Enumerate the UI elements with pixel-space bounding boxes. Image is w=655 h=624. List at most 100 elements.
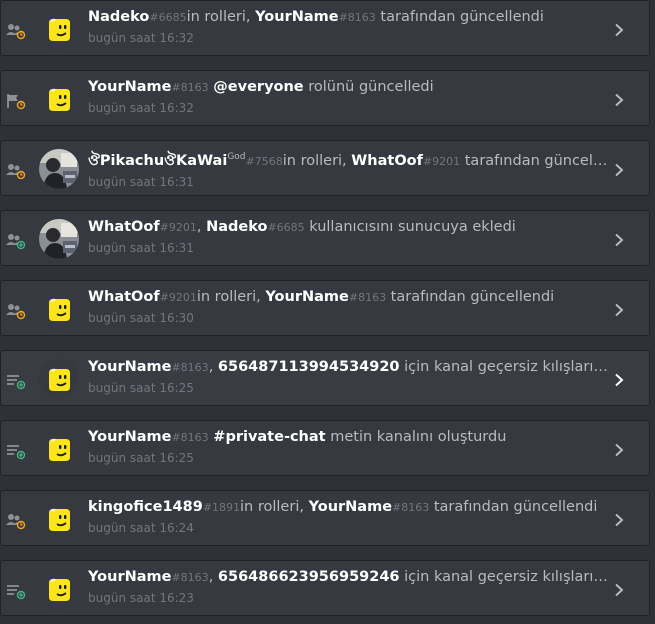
username[interactable]: YourName <box>88 359 171 375</box>
entry-summary: YourName#8163 @everyone rolünü güncelled… <box>88 77 608 98</box>
audit-log-entry[interactable]: Nadeko#6685in rolleri, YourName#8163 tar… <box>0 0 650 56</box>
username[interactable]: WhatOof <box>351 153 423 169</box>
discriminator: #9201 <box>422 154 461 168</box>
avatar <box>39 9 79 49</box>
action-text: için kanal geçersiz kılışları oluşturdu <box>404 569 608 585</box>
chevron-right-icon[interactable] <box>613 232 625 247</box>
chevron-right-icon[interactable] <box>613 162 625 177</box>
username[interactable]: YourName <box>88 79 171 95</box>
entry-summary: kingofice1489#1891in rolleri, YourName#8… <box>88 497 608 518</box>
entry-text: YourName#8163, 656487113994534920 için k… <box>88 357 608 396</box>
member-add-icon <box>5 232 27 250</box>
action-text: in rolleri, <box>282 152 352 169</box>
avatar <box>39 219 79 259</box>
avatar <box>39 499 79 539</box>
target-name: 656486623956959246 <box>217 569 400 585</box>
entry-summary: WhatOof#9201in rolleri, YourName#8163 ta… <box>88 287 608 308</box>
timestamp: bugün saat 16:30 <box>88 311 194 325</box>
discriminator: #9201 <box>159 221 197 234</box>
entry-text: kingofice1489#1891in rolleri, YourName#8… <box>88 497 608 536</box>
target-name: 656487113994534920 <box>217 359 400 375</box>
entry-text: Nadeko#6685in rolleri, YourName#8163 tar… <box>88 7 608 46</box>
roles-update-icon <box>5 302 27 320</box>
timestamp: bugün saat 16:31 <box>88 241 194 255</box>
entry-text: YourName#8163 @everyone rolünü güncelled… <box>88 77 608 116</box>
username[interactable]: YourName <box>255 9 338 25</box>
discriminator: #6685 <box>267 221 305 234</box>
action-text: kullanıcısını sunucuya ekledi <box>304 219 516 235</box>
roles-update-icon <box>5 512 27 530</box>
discriminator: #8163 <box>338 11 376 24</box>
discriminator: #8163 <box>171 81 209 94</box>
discriminator: #6685 <box>149 11 187 24</box>
flag-update-icon <box>5 92 27 110</box>
action-text: için kanal geçersiz kılışları oluşturdu <box>404 359 608 375</box>
name-superscript: God <box>227 152 246 162</box>
chevron-right-icon[interactable] <box>613 582 625 597</box>
entry-text: YourName#8163 #private-chat metin kanalı… <box>88 427 608 466</box>
username[interactable]: kingofice1489 <box>88 499 203 515</box>
timestamp: bugün saat 16:32 <box>88 101 194 115</box>
entry-summary: YourName#8163 #private-chat metin kanalı… <box>88 427 608 448</box>
audit-log-entry[interactable]: ঔPikachuঔKaWaiGod#7568in rolleri, WhatOo… <box>0 140 650 196</box>
audit-log-entry[interactable]: YourName#8163 @everyone rolünü güncelled… <box>0 70 650 126</box>
entry-text: ঔPikachuঔKaWaiGod#7568in rolleri, WhatOo… <box>88 147 608 190</box>
username[interactable]: Nadeko <box>88 9 149 25</box>
audit-log-entry[interactable]: WhatOof#9201, Nadeko#6685 kullanıcısını … <box>0 210 650 266</box>
username[interactable]: Nadeko <box>206 219 267 235</box>
entry-summary: YourName#8163, 656487113994534920 için k… <box>88 357 608 378</box>
audit-log-entry[interactable]: WhatOof#9201in rolleri, YourName#8163 ta… <box>0 280 650 336</box>
username[interactable]: YourName <box>88 429 171 445</box>
audit-log-entry[interactable]: YourName#8163, 656486623956959246 için k… <box>0 560 650 616</box>
action-text: , <box>196 219 207 235</box>
action-text: in rolleri, <box>186 9 256 25</box>
action-text: tarafından güncellendi <box>429 499 598 515</box>
username[interactable]: YourName <box>88 569 171 585</box>
action-text: , <box>208 359 218 375</box>
chevron-right-icon[interactable] <box>613 372 625 387</box>
action-text: tarafından güncellendi <box>386 289 555 305</box>
action-text: metin kanalını oluşturdu <box>325 429 507 445</box>
username[interactable]: ঔPikachuঔKaWai <box>88 153 227 169</box>
username[interactable]: YourName <box>265 289 348 305</box>
action-text: , <box>208 569 218 585</box>
avatar <box>39 79 79 119</box>
username[interactable]: WhatOof <box>88 219 160 235</box>
chevron-right-icon[interactable] <box>613 512 625 527</box>
discriminator: #7568 <box>245 154 283 168</box>
chevron-right-icon[interactable] <box>613 442 625 457</box>
avatar <box>39 359 79 399</box>
audit-log-entry[interactable]: kingofice1489#1891in rolleri, YourName#8… <box>0 490 650 546</box>
entry-text: WhatOof#9201, Nadeko#6685 kullanıcısını … <box>88 217 608 256</box>
target-name: @everyone <box>213 79 304 95</box>
username[interactable]: YourName <box>309 499 392 515</box>
discriminator: #1891 <box>202 501 241 514</box>
username[interactable]: WhatOof <box>88 289 160 305</box>
chevron-right-icon[interactable] <box>613 302 625 317</box>
chevron-right-icon[interactable] <box>613 22 625 37</box>
timestamp: bugün saat 16:25 <box>88 381 194 395</box>
avatar <box>39 569 79 609</box>
action-text: tarafından güncellendi <box>464 152 608 169</box>
channel-create-icon <box>5 442 27 460</box>
entry-summary: ঔPikachuঔKaWaiGod#7568in rolleri, WhatOo… <box>88 147 608 172</box>
timestamp: bugün saat 16:24 <box>88 521 194 535</box>
entry-text: YourName#8163, 656486623956959246 için k… <box>88 567 608 606</box>
discriminator: #8163 <box>171 571 209 584</box>
entry-summary: WhatOof#9201, Nadeko#6685 kullanıcısını … <box>88 217 608 238</box>
entry-summary: Nadeko#6685in rolleri, YourName#8163 tar… <box>88 7 608 28</box>
audit-log-list: Nadeko#6685in rolleri, YourName#8163 tar… <box>0 0 655 624</box>
action-text: in rolleri, <box>196 289 266 305</box>
action-text: rolünü güncelledi <box>303 79 434 95</box>
timestamp: bugün saat 16:23 <box>88 591 194 605</box>
target-name: #private-chat <box>213 429 326 445</box>
audit-log-entry[interactable]: YourName#8163 #private-chat metin kanalı… <box>0 420 650 476</box>
timestamp: bugün saat 16:31 <box>88 174 194 189</box>
avatar <box>39 289 79 329</box>
audit-log-entry[interactable]: YourName#8163, 656487113994534920 için k… <box>0 350 650 406</box>
discriminator: #9201 <box>159 291 197 304</box>
roles-update-icon <box>5 162 27 180</box>
entry-summary: YourName#8163, 656486623956959246 için k… <box>88 567 608 588</box>
avatar <box>39 429 79 469</box>
chevron-right-icon[interactable] <box>613 92 625 107</box>
